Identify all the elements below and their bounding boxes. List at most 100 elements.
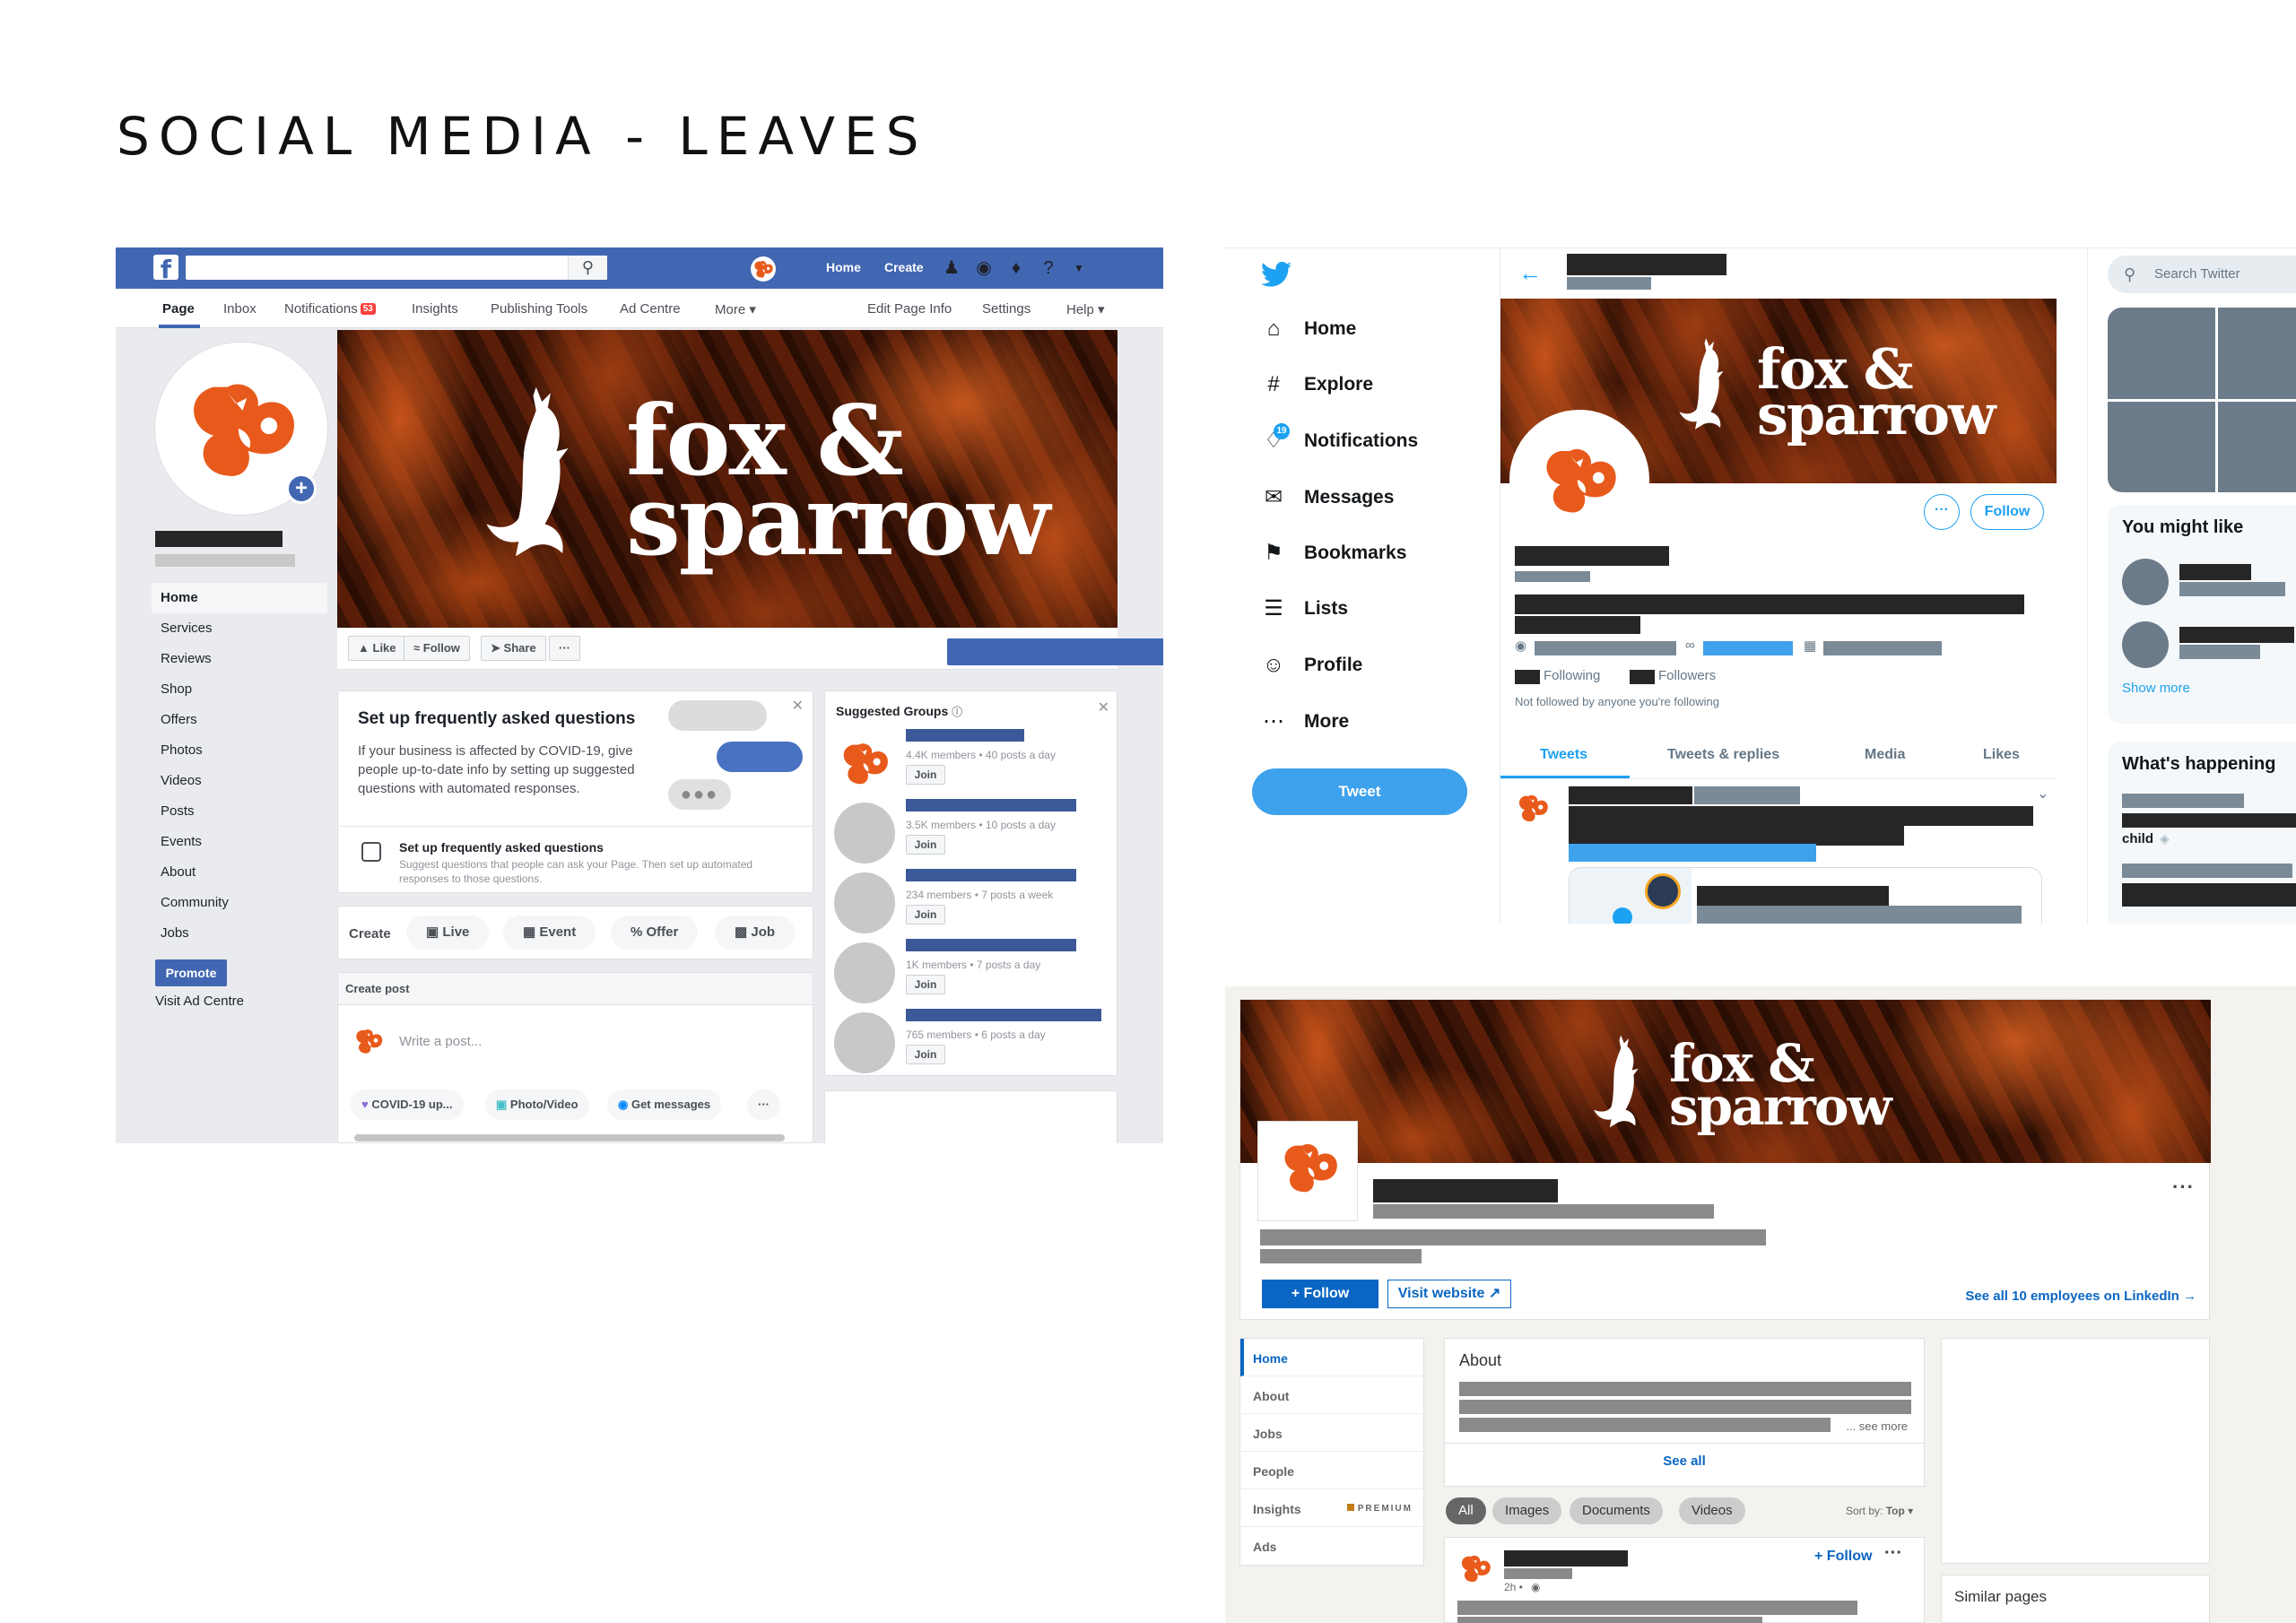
- sidebar-item-photos[interactable]: Photos: [152, 735, 327, 766]
- suggested-account-avatar[interactable]: [2122, 559, 2169, 605]
- close-icon[interactable]: ✕: [1098, 699, 1109, 716]
- sidebar-item-videos[interactable]: Videos: [152, 766, 327, 796]
- create-offer-button[interactable]: % Offer: [611, 916, 699, 950]
- tab-media[interactable]: Media: [1865, 747, 1905, 763]
- more-options-icon[interactable]: ···: [2172, 1176, 2195, 1199]
- create-event-button[interactable]: ▦ Event: [503, 916, 596, 950]
- linkedin-company-logo[interactable]: [1258, 1122, 1357, 1220]
- tab-insights[interactable]: Insights: [412, 301, 458, 317]
- visit-website-button[interactable]: Visit website ↗: [1387, 1280, 1511, 1308]
- filter-images[interactable]: Images: [1492, 1497, 1562, 1524]
- chevron-down-icon[interactable]: ⌄: [2037, 785, 2048, 803]
- sidebar-item-posts[interactable]: Posts: [152, 796, 327, 827]
- add-photo-icon[interactable]: +: [286, 473, 317, 504]
- nav-more[interactable]: ⋯ More: [1261, 704, 1476, 743]
- sidebar-item-jobs[interactable]: Jobs: [152, 918, 327, 949]
- sidebar-item-community[interactable]: Community: [152, 888, 327, 918]
- follow-button[interactable]: + Follow: [1262, 1280, 1378, 1308]
- follow-button[interactable]: ≈ Follow: [404, 636, 470, 661]
- faq-sub-title[interactable]: Set up frequently asked questions: [399, 840, 604, 855]
- nav-ads[interactable]: Ads: [1240, 1527, 1425, 1565]
- nav-people[interactable]: People: [1240, 1452, 1425, 1489]
- create-live-button[interactable]: ▣ Live: [406, 916, 490, 950]
- trend-title-redacted[interactable]: [2122, 883, 2296, 907]
- more-options-button[interactable]: ···: [1924, 494, 1960, 530]
- more-actions-button[interactable]: ···: [549, 636, 580, 661]
- nav-profile[interactable]: ☺ Profile: [1261, 647, 1476, 687]
- sidebar-item-events[interactable]: Events: [152, 827, 327, 857]
- sort-dropdown[interactable]: Sort by: Top ▾: [1846, 1505, 1913, 1517]
- media-grid[interactable]: [2108, 308, 2296, 492]
- back-arrow-icon[interactable]: ←: [1518, 259, 1542, 287]
- followers-label[interactable]: Followers: [1658, 668, 1716, 683]
- tab-settings[interactable]: Settings: [982, 301, 1031, 317]
- group-name-redacted[interactable]: [906, 1009, 1101, 1021]
- messenger-icon[interactable]: ◉: [973, 257, 995, 279]
- photo-video-chip[interactable]: ▣ Photo/Video: [485, 1089, 589, 1120]
- sidebar-item-shop[interactable]: Shop: [152, 674, 327, 705]
- nav-lists[interactable]: ☰ Lists: [1261, 591, 1476, 630]
- trend-title-redacted[interactable]: [2122, 813, 2296, 828]
- twitter-search-input[interactable]: ⚲ Search Twitter: [2108, 256, 2296, 293]
- facebook-search-input[interactable]: ⚲: [186, 256, 607, 280]
- nav-bookmarks[interactable]: ⚑ Bookmarks: [1261, 535, 1476, 575]
- nav-jobs[interactable]: Jobs: [1240, 1414, 1425, 1452]
- tab-ad-centre[interactable]: Ad Centre: [620, 301, 681, 317]
- tab-likes[interactable]: Likes: [1983, 747, 2020, 763]
- suggested-account-name-redacted[interactable]: [2179, 627, 2294, 643]
- show-more-link[interactable]: Show more: [2122, 681, 2190, 696]
- see-all-employees-link[interactable]: See all 10 employees on LinkedIn →: [1965, 1289, 2196, 1304]
- see-all-link[interactable]: See all: [1445, 1454, 1924, 1469]
- sidebar-item-offers[interactable]: Offers: [152, 705, 327, 735]
- facebook-logo-icon[interactable]: f: [153, 255, 178, 284]
- twitter-profile-picture[interactable]: [1509, 410, 1649, 550]
- join-button[interactable]: Join: [906, 835, 945, 855]
- suggested-account-avatar[interactable]: [2122, 621, 2169, 668]
- see-more-link[interactable]: ... see more: [1846, 1419, 1908, 1433]
- create-job-button[interactable]: ▩ Job: [715, 916, 796, 950]
- top-link-home[interactable]: Home: [826, 260, 861, 274]
- horizontal-scrollbar[interactable]: [354, 1134, 785, 1141]
- group-name-redacted[interactable]: [906, 939, 1076, 951]
- following-label[interactable]: Following: [1544, 668, 1600, 683]
- filter-documents[interactable]: Documents: [1570, 1497, 1663, 1524]
- filter-videos[interactable]: Videos: [1679, 1497, 1745, 1524]
- follow-button[interactable]: Follow: [1970, 494, 2044, 530]
- covid-update-chip[interactable]: ♥ COVID-19 up...: [351, 1089, 464, 1120]
- link-card[interactable]: [1569, 867, 2042, 924]
- tab-more[interactable]: More ▾: [715, 301, 756, 317]
- tab-tweets[interactable]: Tweets: [1540, 747, 1587, 763]
- nav-notifications[interactable]: ♢ 19 Notifications: [1261, 423, 1476, 463]
- group-name-redacted[interactable]: [906, 799, 1076, 812]
- send-message-button[interactable]: [947, 638, 1163, 665]
- like-button[interactable]: ▲ Like: [348, 636, 406, 661]
- tab-tweets-replies[interactable]: Tweets & replies: [1667, 747, 1779, 763]
- sidebar-item-services[interactable]: Services: [152, 613, 327, 644]
- help-icon[interactable]: ?: [1038, 257, 1059, 279]
- tab-page[interactable]: Page: [162, 301, 195, 317]
- join-button[interactable]: Join: [906, 905, 945, 924]
- sidebar-item-about[interactable]: About: [152, 857, 327, 888]
- bell-icon[interactable]: ♦: [1005, 257, 1027, 279]
- post-more-icon[interactable]: ···: [1884, 1543, 1902, 1564]
- nav-about[interactable]: About: [1240, 1376, 1425, 1414]
- tab-publishing-tools[interactable]: Publishing Tools: [491, 301, 587, 317]
- promote-button[interactable]: Promote: [155, 959, 227, 986]
- info-icon[interactable]: ⓘ: [952, 706, 962, 718]
- join-button[interactable]: Join: [906, 765, 945, 785]
- group-name-redacted[interactable]: [906, 869, 1076, 881]
- suggested-account-name-redacted[interactable]: [2179, 564, 2251, 580]
- tweet-button[interactable]: Tweet: [1252, 768, 1467, 815]
- post-follow-button[interactable]: + Follow: [1814, 1549, 1872, 1565]
- nav-home[interactable]: Home: [1240, 1339, 1425, 1376]
- join-button[interactable]: Join: [906, 1045, 945, 1064]
- nav-insights[interactable]: Insights PREMIUM: [1240, 1489, 1425, 1527]
- group-name-redacted[interactable]: [906, 729, 1024, 742]
- filter-all[interactable]: All: [1446, 1497, 1486, 1524]
- search-icon[interactable]: ⚲: [568, 256, 607, 280]
- website-link-redacted[interactable]: [1703, 641, 1793, 655]
- sidebar-item-reviews[interactable]: Reviews: [152, 644, 327, 674]
- close-icon[interactable]: ✕: [792, 697, 804, 715]
- tweet-link-redacted[interactable]: [1569, 844, 1816, 862]
- more-chip[interactable]: ···: [747, 1089, 780, 1120]
